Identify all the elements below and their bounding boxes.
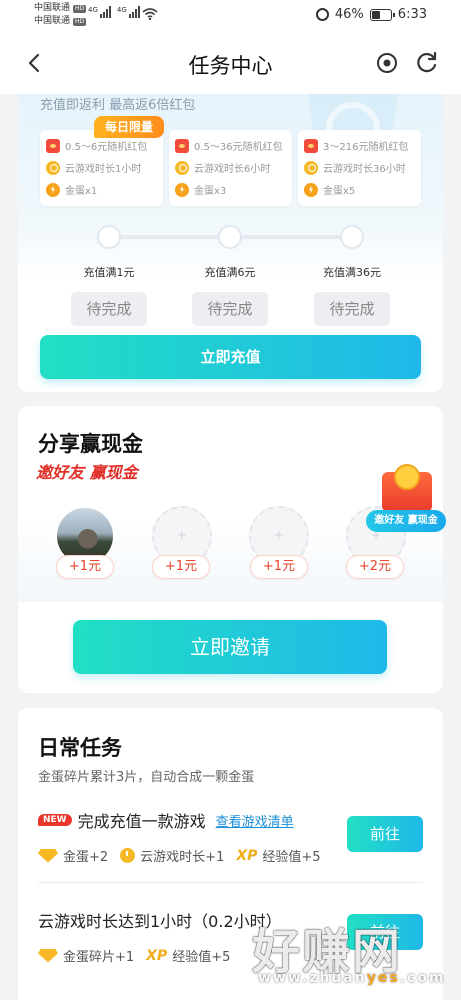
progress-node [218,225,242,249]
refresh-icon[interactable] [414,50,440,76]
cloud-time-icon [304,160,318,175]
tier-condition: 充值满6元 [204,266,256,279]
battery-icon [369,8,395,21]
recharge-subtitle: 充值即返利 最高返6倍红包 [40,98,196,113]
pending-button[interactable]: 待完成 [314,292,390,326]
share-cash-card: 分享赢现金 邀好友 赢现金 +1元 +1元 +1元 +2元 邀好友 赢现金 立即… [18,406,446,693]
golden-egg-icon [304,182,318,197]
progress-node [97,225,121,249]
daily-limited-badge: 每日限量 [94,116,164,138]
tier-cloud-time: 云游戏时长36小时 [323,164,406,175]
invite-now-button[interactable]: 立即邀请 [73,620,387,674]
daily-subtitle: 金蛋碎片累计3片，自动合成一颗金蛋 [38,770,255,785]
reward-fragment: 金蛋碎片+1 [63,950,135,965]
recharge-rebate-card: 充值即返利 最高返6倍红包 0.5～6元随机红包 云游戏时长1小时 金蛋x1 0… [18,94,443,392]
invite-reward-pill: +1元 [250,555,308,579]
alarm-icon [315,8,329,21]
carrier-info: 中国联通 HD 中国联通 HD [34,2,87,28]
signal-indicators: 4G 4G [88,6,140,18]
cloud-time-icon [175,160,189,175]
golden-egg-icon [38,848,58,863]
progress-node [340,225,364,249]
xp-icon: XP [146,947,168,964]
carrier-2: 中国联通 [34,16,71,26]
tier-red-packet: 3～216元随机红包 [323,142,409,153]
task-title: 完成充值一款游戏 [77,812,206,831]
golden-egg-icon [175,182,189,197]
signal-icon: 4G [117,6,140,18]
tier-cloud-time: 云游戏时长6小时 [194,164,271,175]
tier-condition: 充值满1元 [83,266,135,279]
tier-red-packet: 0.5～6元随机红包 [65,142,148,153]
invite-reward-pill: +1元 [56,555,114,579]
site-watermark: 好赚网 www.zhuanyes.com [250,910,450,1000]
nav-bar: 任务中心 [0,32,461,94]
divider [38,882,423,883]
pending-button[interactable]: 待完成 [192,292,268,326]
red-packet-icon [304,138,318,153]
tier-eggs: 金蛋x5 [323,186,356,197]
new-badge: NEW [38,814,72,826]
reward-cloud-time: 云游戏时长+1 [140,850,225,865]
tier-card-1: 0.5～6元随机红包 云游戏时长1小时 金蛋x1 [40,130,163,206]
clock-time: 6:33 [397,7,427,22]
task-item: NEW 完成充值一款游戏 查看游戏清单 金蛋+2 云游戏时长+1 XP 经验值+5… [38,808,423,865]
tier-red-packet: 0.5～36元随机红包 [194,142,283,153]
reward-eggs: 金蛋+2 [63,850,109,865]
pending-button[interactable]: 待完成 [71,292,147,326]
wifi-icon [142,8,158,20]
signal-icon: 4G [88,6,111,18]
daily-title: 日常任务 [38,736,122,760]
golden-egg-icon [46,182,60,197]
status-right: 46% 6:33 [315,7,427,22]
invite-promo-label: 邀好友 赢现金 [366,510,446,532]
share-slogan: 邀好友 赢现金 [36,463,138,482]
battery-percent: 46% [334,7,364,22]
tier-eggs: 金蛋x3 [194,186,227,197]
carrier-1: 中国联通 [34,3,71,13]
hd-badge: HD [73,17,87,26]
cloud-time-icon [46,160,60,175]
share-title: 分享赢现金 [38,432,143,456]
hd-badge: HD [73,4,87,13]
coin-icon [394,464,420,490]
red-packet-icon [46,138,60,153]
go-button[interactable]: 前往 [347,816,423,852]
reward-xp: 经验值+5 [172,950,231,965]
invite-promo-badge[interactable]: 邀好友 赢现金 [364,464,446,544]
target-icon[interactable] [374,50,400,76]
tier-card-2: 0.5～36元随机红包 云游戏时长6小时 金蛋x3 [169,130,292,206]
tier-cloud-time: 云游戏时长1小时 [65,164,142,175]
watermark-url: www.zhuanyes.com [258,970,446,986]
tier-eggs: 金蛋x1 [65,186,98,197]
xp-icon: XP [236,847,258,864]
tier-card-3: 3～216元随机红包 云游戏时长36小时 金蛋x5 [298,130,421,206]
egg-fragment-icon [38,948,58,963]
red-packet-icon [175,138,189,153]
task-title: 云游戏时长达到1小时（0.2小时） [38,912,282,931]
clock-icon [120,848,136,863]
view-game-list-link[interactable]: 查看游戏清单 [216,811,294,830]
invite-reward-pill: +1元 [152,555,210,579]
invite-reward-pill: +2元 [346,555,404,579]
tier-condition: 充值满36元 [323,266,381,279]
status-bar: 中国联通 HD 中国联通 HD 4G 4G 46% 6:33 [0,0,461,32]
recharge-now-button[interactable]: 立即充值 [40,335,421,379]
reward-xp: 经验值+5 [262,850,321,865]
